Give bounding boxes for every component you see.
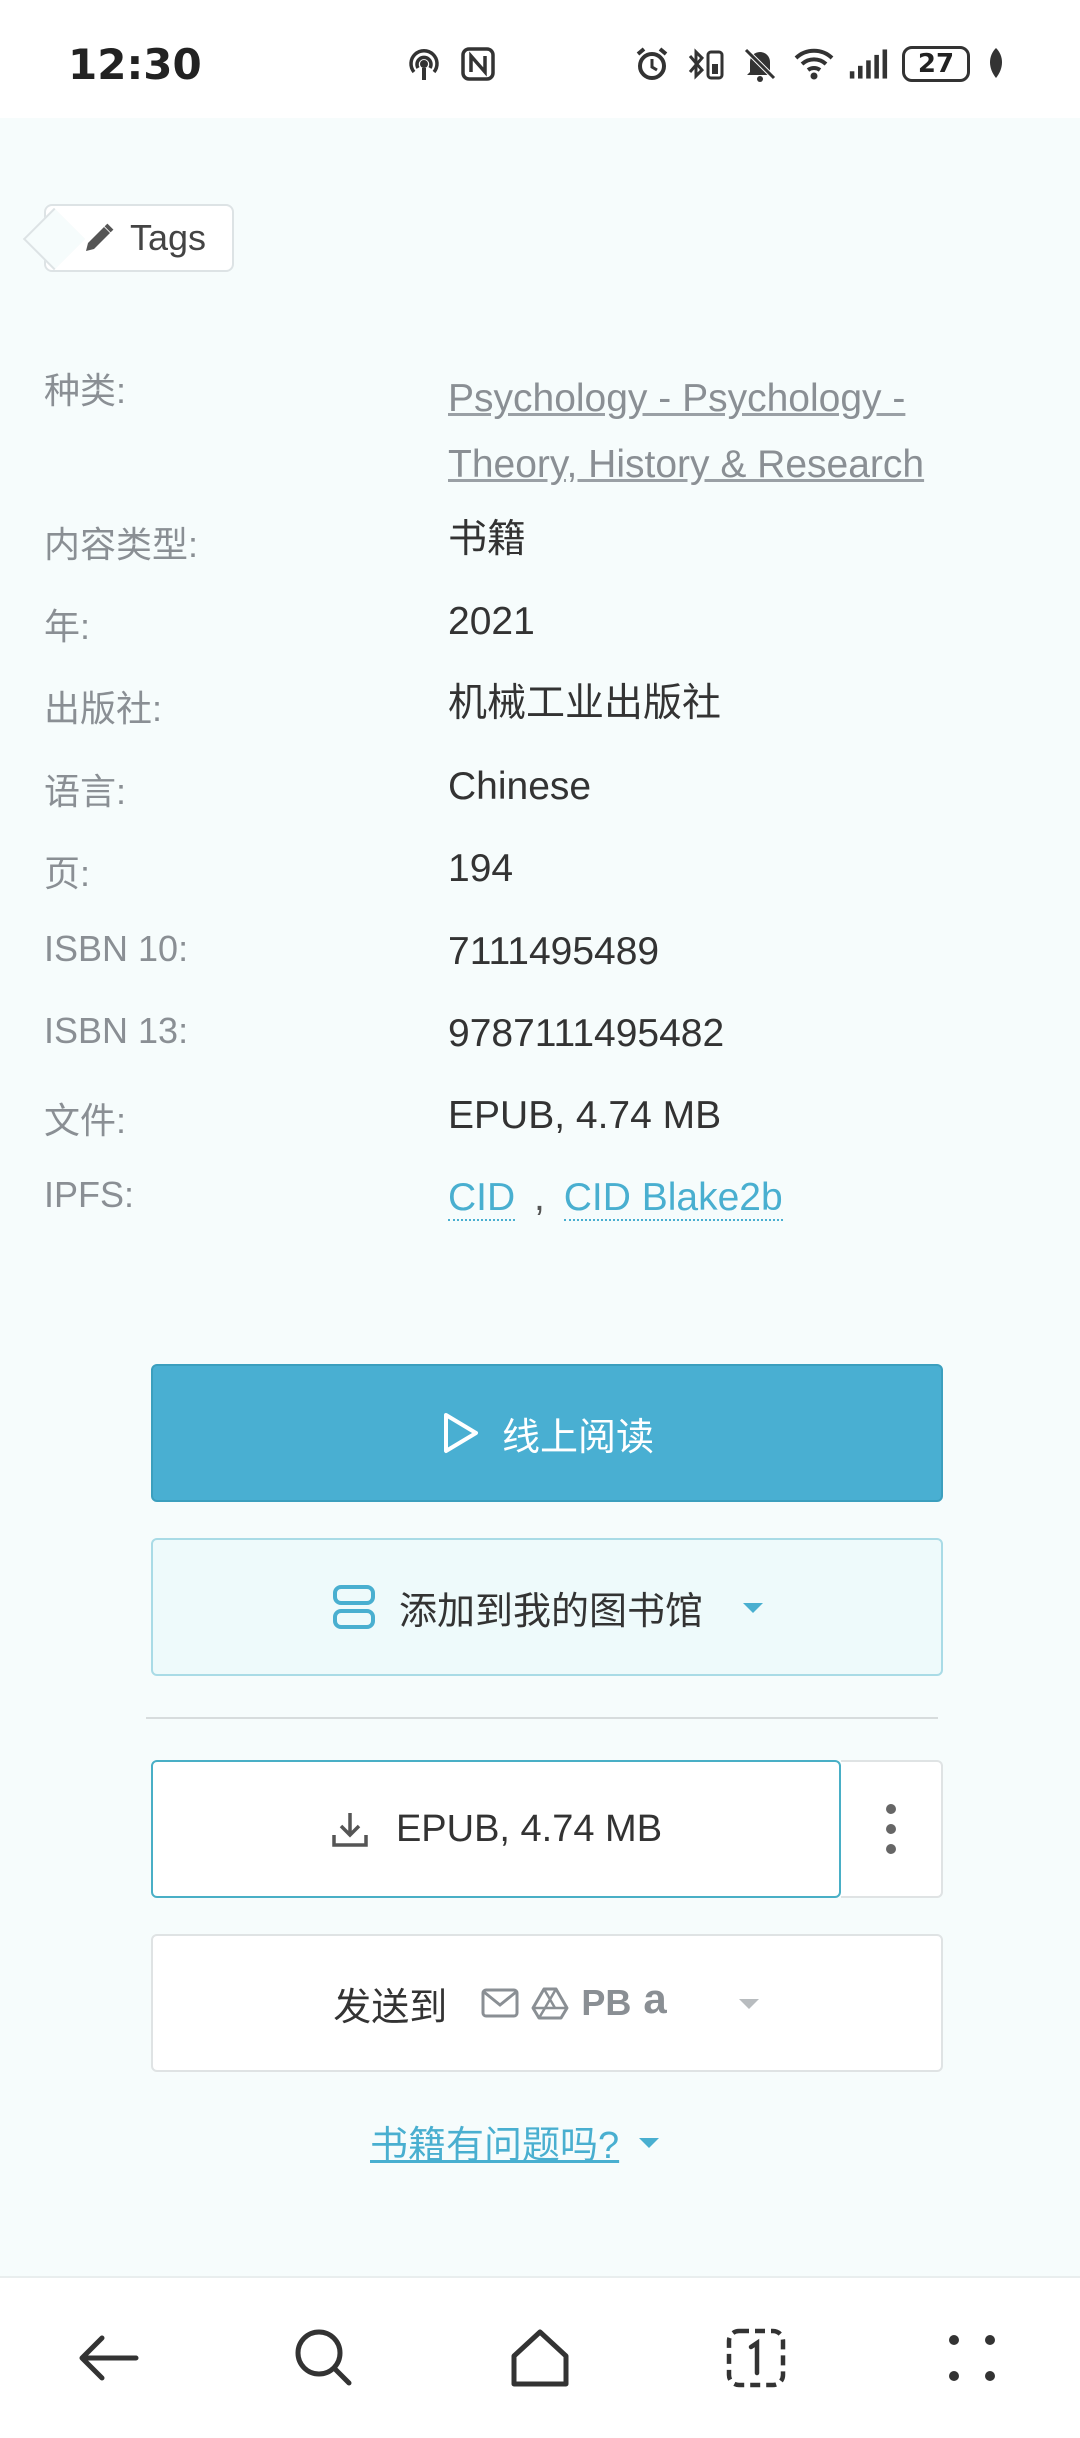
ipfs-cid-blake2b-link[interactable]: CID Blake2b bbox=[563, 1176, 783, 1221]
property-label: 内容类型: bbox=[44, 524, 199, 565]
property-value: 194 bbox=[448, 847, 514, 890]
download-icon bbox=[332, 1813, 368, 1847]
property-row-isbn10: ISBN 10: 7111495489 bbox=[44, 928, 1044, 976]
caret-down-icon bbox=[743, 1603, 763, 1613]
tags-button[interactable]: Tags bbox=[44, 204, 234, 272]
bluetooth-battery-icon bbox=[688, 48, 724, 80]
back-arrow-icon bbox=[79, 2335, 139, 2381]
home-icon bbox=[511, 2329, 569, 2387]
property-label: 页: bbox=[44, 853, 91, 894]
search-icon bbox=[295, 2329, 352, 2386]
nfc-icon bbox=[461, 47, 495, 81]
property-label: 文件: bbox=[44, 1100, 127, 1141]
send-targets: PB a bbox=[481, 1975, 667, 2027]
download-button[interactable]: EPUB, 4.74 MB bbox=[151, 1760, 841, 1898]
signal-icon bbox=[849, 49, 888, 79]
caret-down-icon bbox=[738, 1999, 759, 2009]
report-problem-label: 书籍有问题吗? bbox=[370, 2125, 620, 2167]
battery-icon: 27 bbox=[902, 46, 970, 82]
property-row-content-type: 内容类型: 书籍 bbox=[44, 516, 1044, 568]
property-label: ISBN 10: bbox=[44, 928, 189, 969]
status-time: 12:30 bbox=[68, 40, 202, 89]
home-button[interactable] bbox=[500, 2318, 580, 2398]
property-label: 出版社: bbox=[44, 688, 163, 729]
add-to-library-label: 添加到我的图书馆 bbox=[398, 1590, 703, 1633]
send-to-label: 发送到 bbox=[333, 1986, 448, 2029]
tags-label: Tags bbox=[130, 217, 207, 258]
menu-button[interactable] bbox=[932, 2318, 1012, 2398]
menu-dots-icon bbox=[949, 2335, 995, 2381]
property-row-file: 文件: EPUB, 4.74 MB bbox=[44, 1092, 1044, 1144]
property-value: Chinese bbox=[448, 765, 592, 808]
divider bbox=[146, 1717, 938, 1719]
category-link[interactable]: Psychology - Psychology - Theory, Histor… bbox=[448, 366, 1028, 498]
mute-icon bbox=[744, 48, 776, 82]
search-button[interactable] bbox=[284, 2318, 364, 2398]
property-label: 语言: bbox=[44, 771, 127, 812]
tabs-icon bbox=[726, 2328, 786, 2388]
browser-nav-bar bbox=[0, 2276, 1080, 2438]
property-label: 种类: bbox=[44, 370, 127, 411]
caret-down-icon bbox=[639, 2137, 660, 2148]
property-value: 9787111495482 bbox=[448, 1012, 725, 1055]
alarm-icon bbox=[636, 47, 668, 80]
report-problem-link[interactable]: 书籍有问题吗? bbox=[370, 2114, 661, 2169]
property-row-isbn13: ISBN 13: 9787111495482 bbox=[44, 1010, 1044, 1058]
property-row-ipfs: IPFS: CID , CID Blake2b bbox=[44, 1174, 1044, 1222]
ipfs-cid-link[interactable]: CID bbox=[448, 1176, 516, 1221]
property-value: EPUB, 4.74 MB bbox=[448, 1094, 722, 1137]
property-value: 机械工业出版社 bbox=[448, 682, 722, 725]
property-label: ISBN 13: bbox=[44, 1010, 189, 1051]
more-options-button[interactable] bbox=[841, 1760, 943, 1898]
wifi-icon bbox=[794, 48, 834, 80]
read-online-label: 线上阅读 bbox=[501, 1416, 654, 1459]
pencil-icon bbox=[86, 223, 114, 251]
amazon-kindle-icon: a bbox=[643, 1975, 667, 2022]
tabs-button[interactable] bbox=[716, 2318, 796, 2398]
property-label: IPFS: bbox=[44, 1174, 135, 1215]
property-row-publisher: 出版社: 机械工业出版社 bbox=[44, 680, 1044, 732]
more-vertical-icon bbox=[886, 1804, 896, 1854]
library-icon bbox=[332, 1585, 375, 1629]
property-value: 2021 bbox=[448, 600, 535, 643]
leaf-icon bbox=[990, 48, 1002, 78]
download-label: EPUB, 4.74 MB bbox=[395, 1807, 663, 1850]
property-row-pages: 页: 194 bbox=[44, 845, 1044, 897]
ipfs-separator: , bbox=[534, 1176, 545, 1219]
property-row-year: 年: 2021 bbox=[44, 598, 1044, 650]
status-bar: 12:30 27 bbox=[0, 0, 1080, 118]
ipfs-links: CID , CID Blake2b bbox=[448, 1174, 1028, 1222]
property-value: 7111495489 bbox=[448, 930, 660, 973]
property-value: 书籍 bbox=[448, 518, 527, 561]
google-drive-icon bbox=[531, 1987, 569, 2020]
property-row-language: 语言: Chinese bbox=[44, 763, 1044, 815]
play-icon bbox=[443, 1413, 478, 1453]
back-button[interactable] bbox=[68, 2318, 148, 2398]
read-online-button[interactable]: 线上阅读 bbox=[151, 1364, 943, 1502]
send-to-button[interactable]: 发送到 PB a bbox=[151, 1934, 943, 2072]
email-icon bbox=[481, 1988, 519, 2018]
hotspot-icon bbox=[409, 48, 439, 80]
add-to-library-button[interactable]: 添加到我的图书馆 bbox=[151, 1538, 943, 1676]
property-label: 年: bbox=[44, 606, 91, 647]
pocketbook-icon: PB bbox=[581, 1982, 632, 2023]
property-row-category: 种类: Psychology - Psychology - Theory, Hi… bbox=[44, 366, 1044, 498]
